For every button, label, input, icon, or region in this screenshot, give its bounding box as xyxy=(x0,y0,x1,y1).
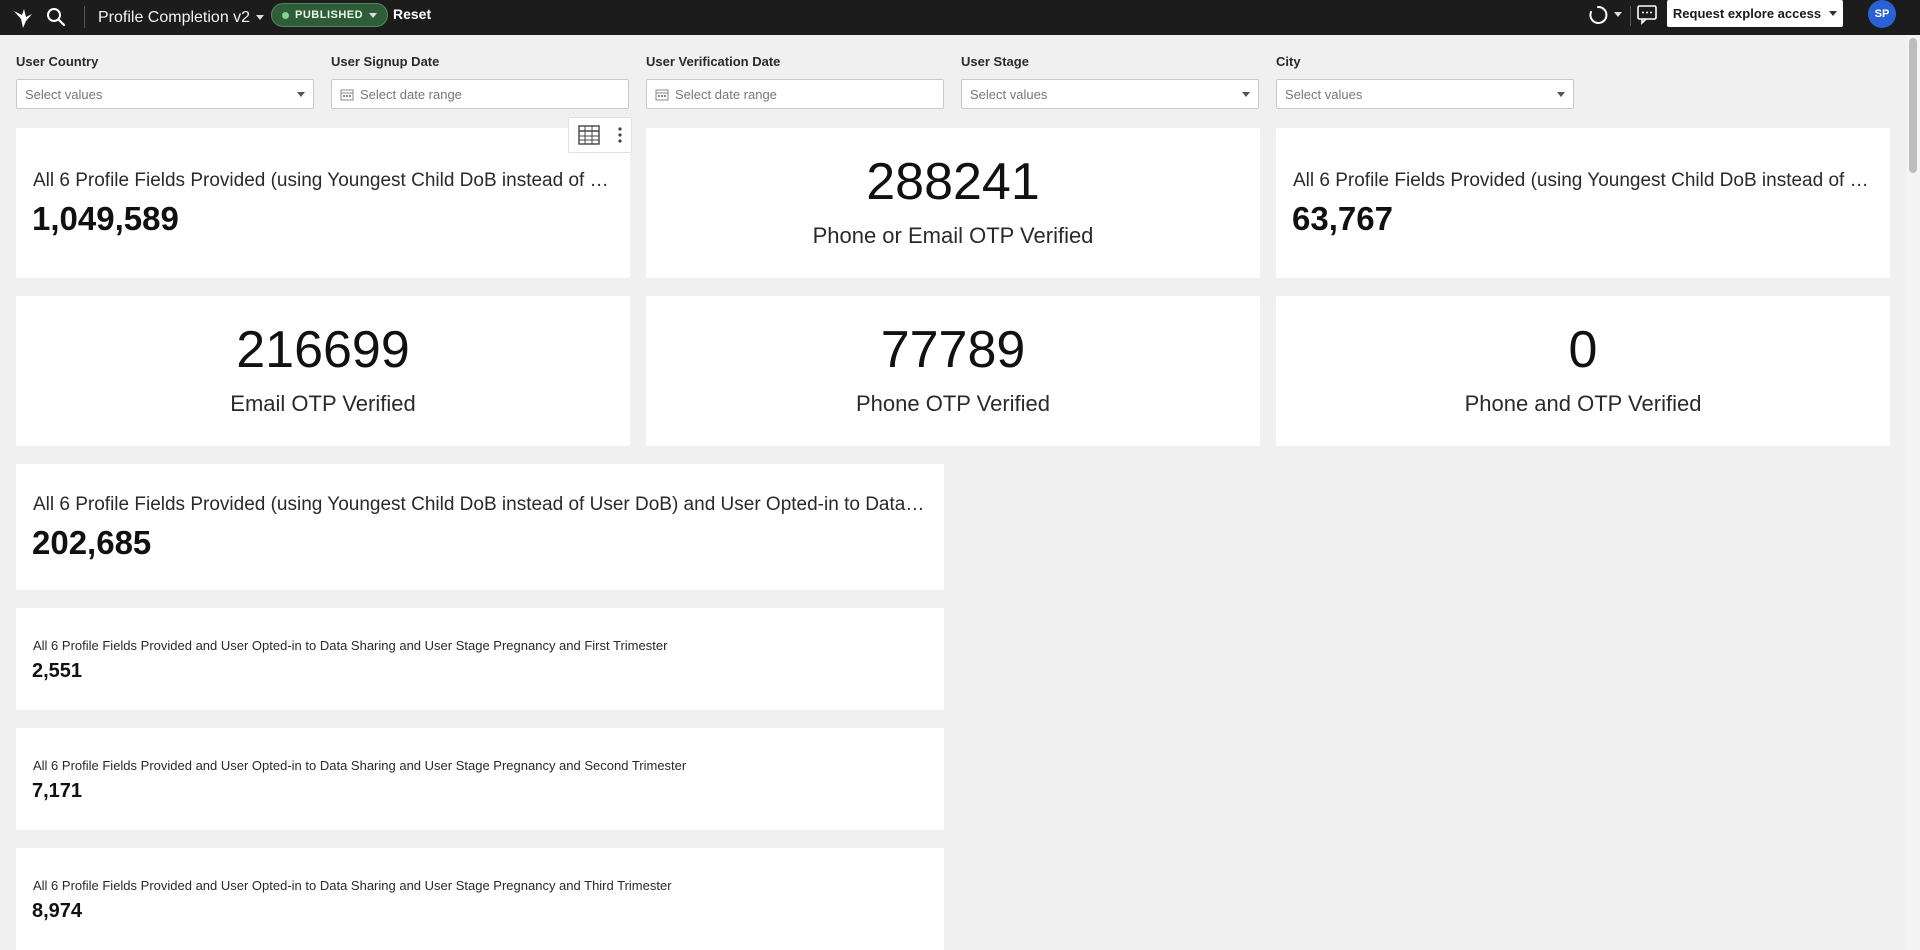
more-vertical-icon[interactable] xyxy=(617,126,623,144)
tile-first-trimester[interactable]: All 6 Profile Fields Provided and User O… xyxy=(16,608,944,710)
divider xyxy=(84,6,85,28)
tile-title: All 6 Profile Fields Provided and User O… xyxy=(33,758,687,773)
published-status-badge[interactable]: PUBLISHED xyxy=(271,3,389,27)
filter-placeholder: Select date range xyxy=(360,86,462,102)
tile-phone-or-email-otp-verified[interactable]: 288241 Phone or Email OTP Verified xyxy=(646,128,1260,278)
request-explore-access-button[interactable]: Request explore access xyxy=(1667,0,1843,27)
tile-label: Phone or Email OTP Verified xyxy=(812,223,1094,248)
tile-value: 8,974 xyxy=(32,900,83,922)
filter-user-verification-date: User Verification Date Select date range xyxy=(646,53,944,109)
tile-value: 63,767 xyxy=(1292,200,1393,237)
city-select[interactable]: Select values xyxy=(1276,79,1574,109)
tile-value: 7,171 xyxy=(32,780,83,802)
chevron-down-icon xyxy=(1242,91,1250,97)
filter-placeholder: Select date range xyxy=(675,86,777,102)
request-label: Request explore access xyxy=(1672,6,1822,21)
tile-toolbar xyxy=(568,117,632,153)
divider xyxy=(1630,6,1631,26)
tile-big-number: 288241 xyxy=(866,153,1040,211)
tile-phone-and-otp-verified[interactable]: 0 Phone and OTP Verified xyxy=(1276,296,1890,446)
tile-value: 2,551 xyxy=(32,660,83,682)
dashboard-title-menu[interactable]: Profile Completion v2 xyxy=(98,0,265,35)
tile-profile-fields-youngest-child-2[interactable]: All 6 Profile Fields Provided (using You… xyxy=(1276,128,1890,278)
filter-placeholder: Select values xyxy=(1285,86,1363,102)
filter-label: User Stage xyxy=(961,54,1029,69)
dashboard-title: Profile Completion v2 xyxy=(98,8,251,26)
filter-city: City Select values xyxy=(1276,53,1574,109)
top-bar: Profile Completion v2 PUBLISHED Reset Re… xyxy=(0,0,1920,35)
filter-user-signup-date: User Signup Date Select date range xyxy=(331,53,629,109)
app-logo-icon[interactable] xyxy=(10,5,36,31)
status-dot-icon xyxy=(282,11,289,19)
chevron-down-icon xyxy=(256,15,265,20)
tile-big-number: 0 xyxy=(1568,321,1598,379)
calendar-icon xyxy=(340,89,354,100)
tile-title: All 6 Profile Fields Provided (using You… xyxy=(33,170,613,191)
user-signup-date-picker[interactable]: Select date range xyxy=(331,79,629,109)
user-stage-select[interactable]: Select values xyxy=(961,79,1259,109)
tile-title: All 6 Profile Fields Provided and User O… xyxy=(33,638,668,653)
chevron-down-icon xyxy=(297,91,305,97)
filter-placeholder: Select values xyxy=(25,86,103,102)
tile-email-otp-verified[interactable]: 216699 Email OTP Verified xyxy=(16,296,630,446)
chevron-down-icon[interactable] xyxy=(1614,12,1622,17)
status-label: PUBLISHED xyxy=(295,9,364,21)
tile-value: 1,049,589 xyxy=(32,200,179,237)
tile-phone-otp-verified[interactable]: 77789 Phone OTP Verified xyxy=(646,296,1260,446)
filter-user-stage: User Stage Select values xyxy=(961,53,1259,109)
user-verification-date-picker[interactable]: Select date range xyxy=(646,79,944,109)
table-view-icon[interactable] xyxy=(577,125,600,145)
tile-value: 202,685 xyxy=(32,524,152,561)
chevron-down-icon xyxy=(1557,91,1565,97)
scrollbar-thumb[interactable] xyxy=(1909,38,1917,173)
filter-label: User Signup Date xyxy=(331,54,440,69)
calendar-icon xyxy=(655,89,669,100)
filter-label: User Country xyxy=(16,54,99,69)
filter-label: User Verification Date xyxy=(646,54,781,69)
tile-big-number: 77789 xyxy=(880,321,1026,379)
filter-placeholder: Select values xyxy=(970,86,1048,102)
search-icon[interactable] xyxy=(44,5,68,29)
tile-big-number: 216699 xyxy=(236,321,410,379)
user-avatar[interactable]: SP xyxy=(1868,0,1896,28)
chevron-down-icon xyxy=(369,12,378,18)
tile-second-trimester[interactable]: All 6 Profile Fields Provided and User O… xyxy=(16,728,944,830)
comment-icon[interactable] xyxy=(1636,3,1658,25)
tile-title: All 6 Profile Fields Provided (using You… xyxy=(33,494,927,515)
chevron-down-icon xyxy=(1829,11,1838,16)
filter-label: City xyxy=(1276,54,1301,69)
tile-profile-fields-opted-in-data-sharing[interactable]: All 6 Profile Fields Provided (using You… xyxy=(16,464,944,590)
tile-title: All 6 Profile Fields Provided and User O… xyxy=(33,878,672,893)
tile-label: Phone and OTP Verified xyxy=(1464,391,1702,416)
loading-spinner-icon[interactable] xyxy=(1587,4,1609,26)
reset-button[interactable]: Reset xyxy=(393,0,431,27)
tile-label: Phone OTP Verified xyxy=(855,391,1051,416)
tile-third-trimester[interactable]: All 6 Profile Fields Provided and User O… xyxy=(16,848,944,950)
filter-user-country: User Country Select values xyxy=(16,53,314,109)
tile-profile-fields-youngest-child[interactable]: All 6 Profile Fields Provided (using You… xyxy=(16,128,630,278)
tile-label: Email OTP Verified xyxy=(230,391,416,416)
user-country-select[interactable]: Select values xyxy=(16,79,314,109)
tile-title: All 6 Profile Fields Provided (using You… xyxy=(1293,170,1873,191)
